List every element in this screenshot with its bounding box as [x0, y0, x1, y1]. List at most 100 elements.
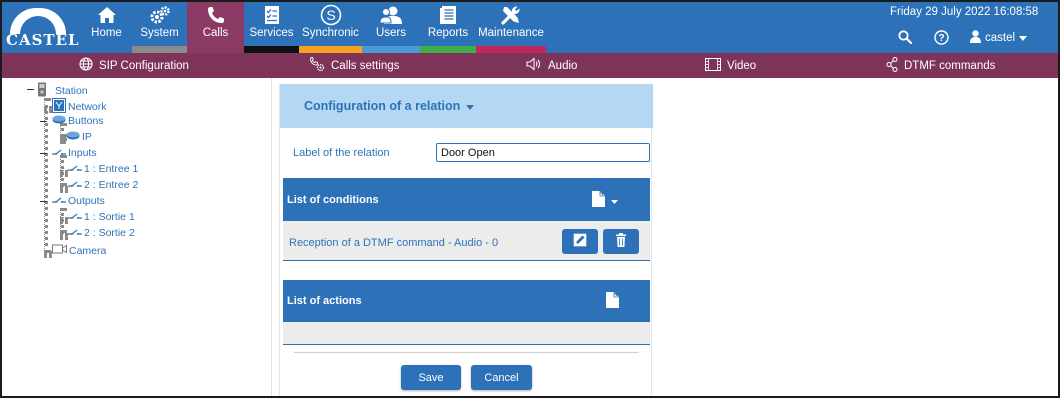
edit-condition-button[interactable] [562, 229, 598, 254]
help-icon[interactable]: ? [934, 30, 949, 48]
nav-system-label: System [140, 27, 179, 39]
subnav-video[interactable]: Video [705, 53, 756, 78]
panel-title: Configuration of a relation [304, 99, 461, 113]
new-document-icon [592, 191, 605, 210]
caret-down-icon [1019, 32, 1028, 44]
nav-reports[interactable]: Reports [420, 2, 476, 53]
tree-node-ip[interactable]: IP [66, 131, 92, 143]
tree-node-network-label: Network [68, 101, 107, 113]
users-icon [362, 5, 420, 25]
nav-users-stripe [362, 46, 420, 53]
phone-icon [187, 5, 244, 25]
subnav-dtmf-commands[interactable]: DTMF commands [886, 53, 995, 78]
nav-maintenance[interactable]: Maintenance [476, 2, 546, 53]
subnav-calls-settings[interactable]: Calls settings [309, 53, 399, 78]
conditions-title: List of conditions [287, 193, 379, 206]
tree-node-outputs-label: Outputs [68, 195, 105, 207]
collapse-toggle[interactable] [40, 198, 47, 205]
panel-title-dropdown[interactable]: Configuration of a relation [280, 84, 653, 128]
input-switch-icon [52, 147, 66, 159]
nav-users[interactable]: Users [362, 2, 420, 53]
subnav-audio-label: Audio [548, 59, 578, 72]
tree-node-output-2-label: 2 : Sortie 2 [84, 227, 135, 239]
button-icon [66, 131, 80, 143]
phone-settings-icon [309, 56, 325, 75]
nav-reports-label: Reports [427, 27, 469, 39]
globe-icon [79, 57, 93, 74]
collapse-toggle[interactable] [40, 118, 47, 125]
nav-synchronic-label: Synchronic [302, 27, 359, 39]
subnav-sip-configuration-label: SIP Configuration [99, 59, 189, 72]
checklist-icon [244, 5, 299, 25]
station-tree: Station Network Buttons IP Inputs 1: En… [2, 78, 272, 396]
castel-logo[interactable]: CASTEL [4, 4, 80, 50]
add-action-button[interactable] [606, 292, 619, 311]
nav-services-stripe [244, 46, 299, 53]
tree-guide [44, 251, 52, 255]
nav-home-label: Home [91, 27, 122, 39]
calls-subnav: SIP Configuration Calls settings Audio V… [2, 53, 1058, 78]
tree-node-output-1[interactable]: 1 : Sortie 1 [68, 211, 135, 223]
button-icon [52, 115, 66, 127]
tree-guide [60, 186, 68, 190]
subnav-video-label: Video [727, 59, 757, 72]
tree-guide [60, 170, 68, 174]
home-icon [81, 5, 132, 25]
tree-node-input-2[interactable]: 2 : Entree 2 [68, 179, 138, 191]
nav-synchronic-stripe [299, 46, 362, 53]
delete-condition-button[interactable] [603, 229, 639, 254]
subnav-audio[interactable]: Audio [526, 53, 577, 78]
tree-node-output-2[interactable]: 2 : Sortie 2 [68, 227, 135, 239]
caret-down-icon [466, 99, 475, 113]
logo-text: CASTEL [6, 31, 80, 49]
add-condition-button[interactable] [592, 191, 618, 210]
nav-maintenance-label: Maintenance [478, 27, 544, 39]
tree-node-buttons[interactable]: Buttons [52, 115, 104, 127]
tree-node-input-1-label: 1 : Entree 1 [84, 163, 139, 175]
tree-node-inputs[interactable]: Inputs [52, 147, 97, 159]
search-icon[interactable] [898, 30, 913, 47]
nav-calls[interactable]: Calls [187, 2, 244, 53]
save-button[interactable]: Save [401, 365, 461, 390]
output-switch-icon [52, 195, 66, 207]
nav-services[interactable]: Services [244, 2, 299, 53]
relation-config-panel: Configuration of a relation Label of the… [279, 84, 653, 396]
trash-icon [616, 233, 626, 250]
conditions-header: List of conditions [283, 178, 650, 221]
nav-calls-label: Calls [202, 27, 229, 39]
subnav-dtmf-commands-label: DTMF commands [904, 59, 996, 72]
user-menu[interactable]: castel [970, 30, 1028, 46]
speaker-icon [526, 57, 542, 74]
tree-node-input-1[interactable]: 1 : Entree 1 [68, 163, 138, 175]
report-icon [420, 5, 476, 25]
divider [294, 352, 639, 353]
subnav-calls-settings-label: Calls settings [331, 59, 400, 72]
user-icon [970, 30, 981, 46]
input-switch-icon [68, 179, 82, 191]
actions-header: List of actions [283, 280, 650, 322]
tree-node-ip-label: IP [82, 131, 92, 143]
tree-node-network[interactable]: Network [52, 98, 107, 116]
nav-home[interactable]: Home [81, 2, 132, 53]
tree-node-buttons-label: Buttons [68, 115, 104, 127]
collapse-toggle[interactable] [40, 150, 47, 157]
tree-node-camera[interactable]: Camera [52, 244, 106, 257]
tree-node-station-label: Station [55, 85, 88, 97]
cancel-button[interactable]: Cancel [471, 365, 532, 390]
tree-guide [60, 233, 68, 237]
current-datetime: Friday 29 July 2022 16:08:58 [890, 6, 1039, 18]
film-icon [705, 57, 721, 74]
output-switch-icon [68, 211, 82, 223]
camera-icon [52, 244, 67, 257]
subnav-sip-configuration[interactable]: SIP Configuration [79, 53, 189, 78]
nav-synchronic[interactable]: S Synchronic [299, 2, 362, 53]
collapse-toggle[interactable] [27, 86, 34, 93]
tree-guide [60, 217, 68, 221]
intercom-device-icon [37, 82, 47, 100]
caret-down-icon [611, 195, 618, 207]
tree-node-outputs[interactable]: Outputs [52, 195, 105, 207]
nav-system[interactable]: System [132, 2, 187, 53]
app-frame: CASTEL Home System Calls Services S Sync… [0, 0, 1060, 398]
share-nodes-icon [886, 56, 898, 75]
relation-label-input[interactable] [436, 143, 650, 162]
